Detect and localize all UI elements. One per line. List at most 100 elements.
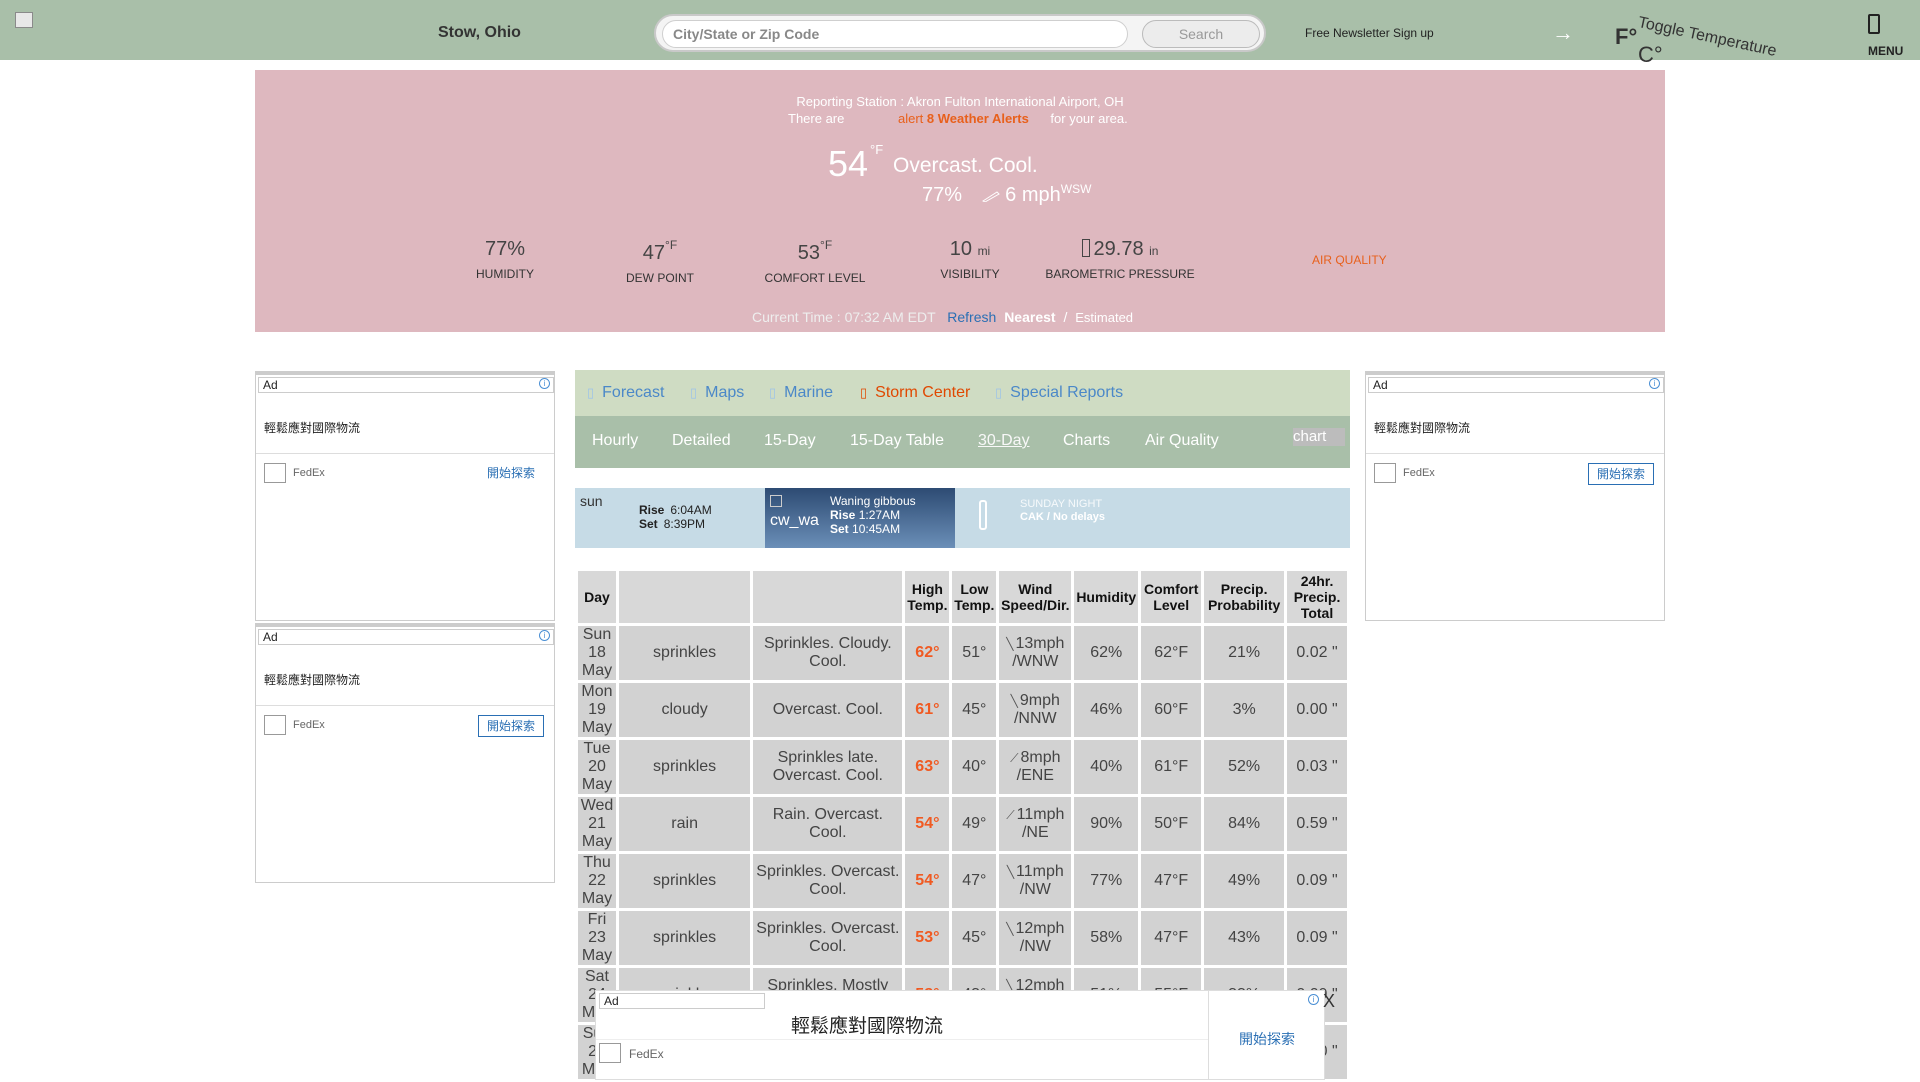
nearest-toggle[interactable]: Nearest: [1004, 309, 1055, 325]
ad-info-icon[interactable]: i: [539, 378, 550, 389]
cell-month: May: [581, 776, 613, 793]
cell-high-temp: 53°: [905, 911, 950, 965]
ad-headline[interactable]: 輕鬆應對國際物流: [264, 419, 360, 436]
arrow-right-icon[interactable]: →: [1552, 20, 1574, 46]
current-temperature: 54 °F: [828, 142, 883, 185]
cell-wind: ⟋ 8mph/ENE: [999, 740, 1072, 794]
cell-description: Sprinkles. Cloudy. Cool.: [753, 626, 903, 680]
nav-marine-label[interactable]: Marine: [784, 384, 833, 401]
col-low-temp: Low Temp.: [952, 571, 997, 623]
stat-humidity: 77% HUMIDITY: [430, 238, 580, 281]
weather-alerts-link[interactable]: alert 8 Weather Alerts: [898, 111, 1032, 126]
airport-time: SUNDAY NIGHT: [1020, 498, 1103, 510]
alerts-prefix: There are: [788, 111, 845, 126]
subnav-detailed[interactable]: Detailed: [672, 432, 731, 450]
search-button[interactable]: Search: [1142, 20, 1260, 48]
ad-info-icon[interactable]: i: [1308, 994, 1319, 1005]
nav-storm-center[interactable]: ▯ Storm Center: [860, 384, 970, 402]
nav-special-reports[interactable]: ▯ Special Reports: [995, 384, 1123, 402]
ad-headline[interactable]: 輕鬆應對國際物流: [791, 1011, 943, 1038]
air-quality-link[interactable]: AIR QUALITY: [1312, 253, 1387, 267]
stat-barometric-pressure: 29.78 in BAROMETRIC PRESSURE: [1035, 238, 1205, 281]
search-input[interactable]: [662, 20, 1128, 48]
ad-tag: Ad: [1368, 377, 1664, 393]
stat-vis-value: 10: [949, 238, 972, 260]
cell-day: Mon 19 May: [578, 683, 616, 737]
nav-marine[interactable]: ▯ Marine: [769, 384, 833, 402]
ad-info-icon[interactable]: i: [539, 630, 550, 641]
moonset-time: 10:45AM: [852, 522, 901, 536]
subnav-15-day-table[interactable]: 15-Day Table: [850, 432, 944, 450]
reporting-station: Reporting Station : Akron Fulton Interna…: [796, 94, 1124, 109]
ad-cta-button[interactable]: 開始探索: [478, 463, 544, 485]
ad-info-icon[interactable]: i: [1649, 378, 1660, 389]
subnav-15-day[interactable]: 15-Day: [764, 432, 816, 450]
fedex-logo-icon: [599, 1043, 621, 1063]
ad-close-button[interactable]: X: [1323, 991, 1335, 1012]
nav-maps[interactable]: ▯ Maps: [690, 384, 744, 402]
refresh-icon[interactable]: Refresh: [947, 309, 996, 325]
ad-headline[interactable]: 輕鬆應對國際物流: [1374, 419, 1470, 436]
cell-date: 20: [588, 758, 606, 775]
subnav-air-quality[interactable]: Air Quality: [1145, 432, 1219, 450]
table-row: Mon 19 May cloudy Overcast. Cool. 61° 45° ╲ 9mph…: [578, 683, 1347, 737]
unit-fahrenheit[interactable]: F°: [1615, 24, 1637, 50]
stat-comfort-level: 53°F COMFORT LEVEL: [740, 238, 890, 285]
cell-weather-icon: rain: [618, 797, 751, 851]
cell-wind-dir: /NE: [1021, 824, 1049, 841]
ad-cta-button[interactable]: 開始探索: [1588, 463, 1654, 485]
ad-right[interactable]: Ad i 輕鬆應對國際物流 FedEx 開始探索: [1365, 371, 1665, 621]
chart-icon[interactable]: chart: [1293, 428, 1345, 446]
cell-dow: Mon: [581, 683, 613, 700]
wind-arrow-icon: ⟋: [1010, 751, 1019, 765]
ad-headline[interactable]: 輕鬆應對國際物流: [264, 671, 360, 688]
cell-description: Sprinkles. Overcast. Cool.: [753, 911, 903, 965]
ad-cta-button[interactable]: 開始探索: [478, 715, 544, 737]
stat-dew-unit: °F: [665, 238, 678, 252]
main-nav: ▯ Forecast ▯ Maps ▯ Marine ▯ Storm Center ▯ S…: [575, 370, 1350, 416]
airport-delay-status[interactable]: CAK / No delays: [1020, 511, 1105, 524]
subnav-30-day[interactable]: 30-Day: [978, 432, 1030, 450]
subnav-charts[interactable]: Charts: [1063, 432, 1110, 450]
cell-humidity: 40%: [1074, 740, 1139, 794]
col-humidity: Humidity: [1074, 571, 1139, 623]
ad-bottom-overlay[interactable]: Ad i X 輕鬆應對國際物流 FedEx 開始探索: [595, 990, 1335, 1080]
ad-advertiser: FedEx: [629, 1047, 664, 1061]
site-logo[interactable]: [15, 12, 33, 28]
newsletter-signup-link[interactable]: Free Newsletter Sign up: [1305, 26, 1434, 40]
nav-forecast[interactable]: ▯ Forecast: [587, 384, 664, 402]
moonrise-label: Rise: [830, 508, 856, 522]
barometer-icon: [1081, 239, 1090, 257]
cell-wind: ⟋ 11mph/NE: [999, 797, 1072, 851]
cell-dow: Thu: [583, 854, 611, 871]
cell-wind-dir: /NNW: [1013, 710, 1057, 727]
menu-label[interactable]: MENU: [1868, 44, 1903, 58]
ad-divider: [256, 705, 554, 706]
cell-precip-total: 0.09 ": [1287, 911, 1347, 965]
menu-icon[interactable]: [1868, 14, 1880, 34]
nav-forecast-label[interactable]: Forecast: [602, 384, 664, 401]
cell-low-temp: 45°: [952, 683, 997, 737]
estimated-toggle[interactable]: Estimated: [1075, 310, 1133, 325]
cell-humidity: 90%: [1074, 797, 1139, 851]
stat-baro-value: 29.78: [1093, 238, 1144, 260]
cell-weather-icon: sprinkles: [618, 911, 751, 965]
cell-dow: Fri: [587, 911, 607, 928]
nav-special-reports-label[interactable]: Special Reports: [1010, 384, 1123, 401]
sunrise-label: Rise: [639, 503, 665, 517]
ad-left-top[interactable]: Ad i 輕鬆應對國際物流 FedEx 開始探索: [255, 371, 555, 621]
cell-precip-probability: 43%: [1204, 911, 1285, 965]
airport-status[interactable]: SUNDAY NIGHT CAK / No delays: [1020, 498, 1105, 524]
ad-cta-button[interactable]: 開始探索: [1239, 1029, 1295, 1049]
weather-alerts-text[interactable]: 8 Weather Alerts: [927, 111, 1029, 126]
cell-dow: Sun: [582, 626, 612, 643]
unit-celsius[interactable]: C°: [1638, 42, 1663, 68]
nav-storm-center-label[interactable]: Storm Center: [875, 384, 970, 401]
cell-wind-speed: 13mph: [1015, 635, 1065, 652]
stat-baro-label: BAROMETRIC PRESSURE: [1045, 267, 1195, 281]
nav-maps-label[interactable]: Maps: [705, 384, 744, 401]
ad-left-bottom[interactable]: Ad i 輕鬆應對國際物流 FedEx 開始探索: [255, 623, 555, 883]
col-precip-probability: Precip. Probability: [1204, 571, 1285, 623]
cell-comfort: 47°F: [1141, 854, 1202, 908]
subnav-hourly[interactable]: Hourly: [592, 432, 638, 450]
